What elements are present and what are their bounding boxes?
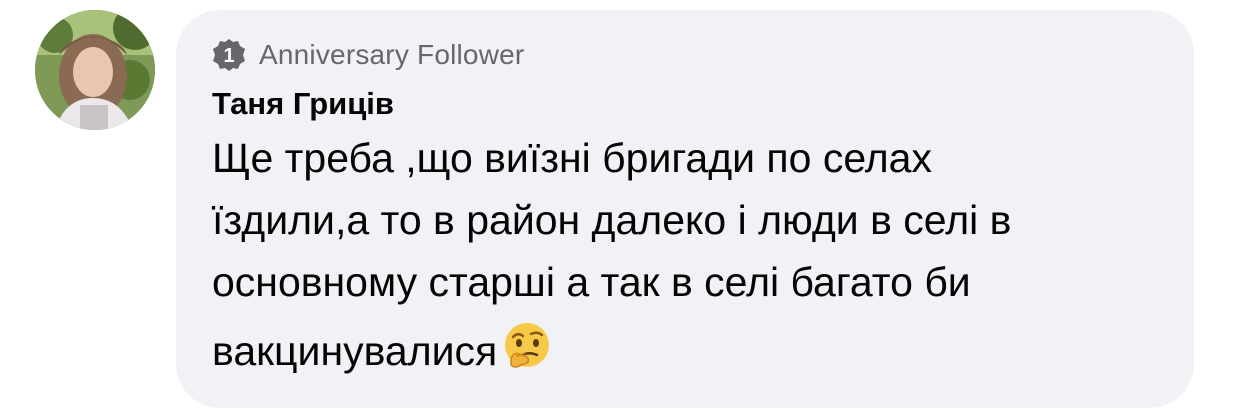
badge-label: Anniversary Follower	[259, 39, 525, 70]
avatar-photo	[35, 10, 155, 130]
comment-text-line: основному старші а так в селі багато би	[212, 259, 971, 305]
thinking-face-emoji	[505, 323, 550, 368]
badge-row: 1 Anniversary Follower	[212, 37, 1164, 73]
comment-text-line: Ще треба ,що виїзні бригади по селах	[212, 135, 932, 181]
comment-text: Ще треба ,що виїзні бригади по селах їзд…	[212, 127, 1172, 382]
avatar[interactable]	[35, 10, 155, 130]
author-name[interactable]: Таня Гриців	[212, 85, 1164, 123]
comment-text-line: вакцинувалися	[212, 328, 498, 374]
anniversary-badge-icon: 1	[213, 39, 245, 71]
svg-text:1: 1	[223, 45, 234, 67]
comment-text-line: їздили,а то в район далеко і люди в селі…	[212, 197, 1012, 243]
comment-text-line-last: вакцинувалися	[212, 319, 1172, 382]
comment: 1 Anniversary Follower Таня Гриців Ще тр…	[0, 0, 1242, 413]
comment-bubble: 1 Anniversary Follower Таня Гриців Ще тр…	[176, 10, 1194, 408]
